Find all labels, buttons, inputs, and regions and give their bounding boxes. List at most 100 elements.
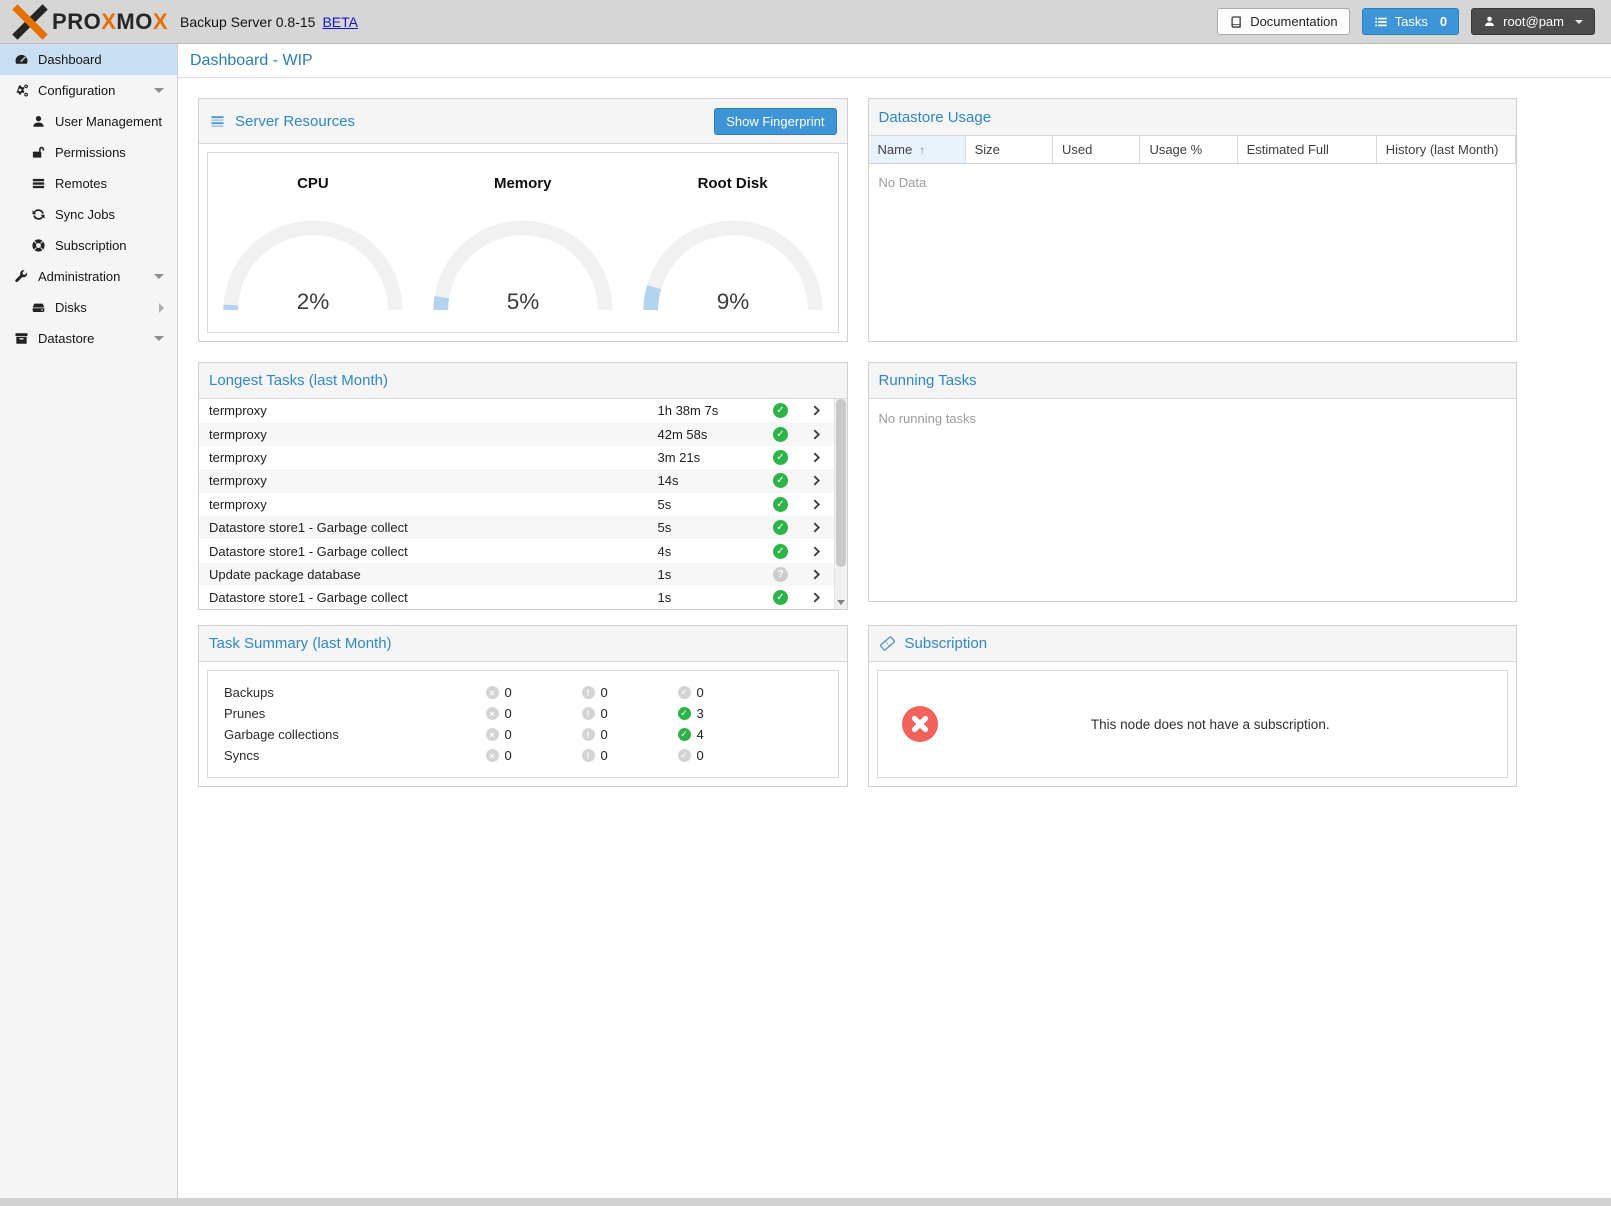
sidebar-item-dashboard[interactable]: Dashboard	[0, 44, 177, 75]
sidebar-item-disks[interactable]: Disks	[0, 292, 177, 323]
sidebar-item-datastore[interactable]: Datastore	[0, 323, 177, 354]
sidebar-item-administration[interactable]: Administration	[0, 261, 177, 292]
subscription-header: Subscription	[869, 626, 1517, 662]
sidebar-item-user-management[interactable]: User Management	[0, 106, 177, 137]
chevron-right-icon	[810, 451, 823, 464]
lifering-icon	[28, 238, 48, 253]
task-open-button[interactable]	[800, 498, 834, 511]
task-duration: 1s	[658, 590, 762, 605]
svg-text:2%: 2%	[297, 289, 330, 314]
task-summary-label: Syncs	[224, 748, 486, 763]
scrollbar-down-button[interactable]	[835, 595, 847, 609]
unlock-icon	[28, 145, 48, 160]
task-row[interactable]: termproxy 1h 38m 7s ✓	[199, 399, 834, 422]
error-icon: ×	[486, 686, 499, 699]
ok-icon: ✓	[678, 728, 691, 741]
task-name: termproxy	[209, 497, 658, 512]
task-summary-row: Garbage collections ×0 !0 ✓4	[208, 724, 838, 745]
longest-tasks-list: termproxy 1h 38m 7s ✓ termproxy 42m 58s …	[199, 399, 834, 609]
datastore-usage-panel: Datastore Usage Name↑SizeUsedUsage %Esti…	[868, 98, 1518, 342]
tachometer-icon	[11, 52, 31, 67]
gauge-label: Root Disk	[698, 175, 768, 192]
caret-down-icon	[154, 88, 164, 93]
ok-count: ✓0	[678, 685, 774, 700]
dashboard-content: Server Resources Show Fingerprint CPU 2%…	[178, 78, 1611, 787]
column-header-usage[interactable]: Usage %	[1140, 136, 1237, 163]
column-header-estimated-full[interactable]: Estimated Full	[1238, 136, 1377, 163]
ok-icon: ✓	[678, 686, 691, 699]
sidebar-item-label: Administration	[38, 269, 120, 284]
caret-down-icon	[154, 336, 164, 341]
task-row[interactable]: termproxy 3m 21s ✓	[199, 446, 834, 469]
task-row[interactable]: termproxy 14s ✓	[199, 469, 834, 492]
task-name: termproxy	[209, 450, 658, 465]
sidebar-item-label: Disks	[55, 300, 87, 315]
task-row[interactable]: Datastore store1 - Garbage collect 5s ✓	[199, 516, 834, 539]
task-row[interactable]: termproxy 5s ✓	[199, 493, 834, 516]
task-row[interactable]: Datastore store1 - Garbage collect 1s ✓	[199, 586, 834, 609]
main-area: Dashboard - WIP Server Resources Show Fi…	[178, 44, 1611, 1198]
scroll-down-icon	[837, 600, 845, 605]
panel-title: Running Tasks	[879, 372, 977, 389]
warning-count: !0	[582, 685, 678, 700]
caret-down-icon	[154, 274, 164, 279]
task-summary-row: Prunes ×0 !0 ✓3	[208, 703, 838, 724]
sync-icon	[28, 207, 48, 222]
task-summary-row: Backups ×0 !0 ✓0	[208, 682, 838, 703]
error-icon: ×	[486, 749, 499, 762]
task-open-button[interactable]	[800, 451, 834, 464]
show-fingerprint-button[interactable]: Show Fingerprint	[714, 108, 836, 135]
tasks-button[interactable]: Tasks 0	[1362, 8, 1459, 35]
list-icon	[28, 176, 48, 191]
chevron-right-icon	[810, 545, 823, 558]
window-bottom-strip	[0, 1198, 1611, 1206]
ok-status-icon: ✓	[773, 403, 788, 418]
column-header-history-last-month[interactable]: History (last Month)	[1377, 136, 1516, 163]
task-open-button[interactable]	[800, 591, 834, 604]
task-open-button[interactable]	[800, 428, 834, 441]
task-open-button[interactable]	[800, 545, 834, 558]
gauge-label: Memory	[494, 175, 552, 192]
svg-text:9%: 9%	[716, 289, 749, 314]
error-count: ×0	[486, 685, 582, 700]
task-summary-label: Prunes	[224, 706, 486, 721]
beta-link[interactable]: BETA	[322, 14, 358, 30]
column-header-name[interactable]: Name↑	[869, 136, 966, 163]
server-resources-icon	[209, 114, 226, 129]
ticket-icon	[879, 635, 896, 652]
documentation-button[interactable]: Documentation	[1217, 8, 1349, 35]
sort-ascending-icon: ↑	[919, 143, 925, 157]
task-open-button[interactable]	[800, 521, 834, 534]
scrollbar[interactable]	[834, 399, 847, 609]
task-open-button[interactable]	[800, 404, 834, 417]
chevron-right-icon	[810, 404, 823, 417]
sidebar-item-configuration[interactable]: Configuration	[0, 75, 177, 106]
wrench-icon	[11, 269, 31, 284]
warning-count: !0	[582, 706, 678, 721]
sidebar-item-subscription[interactable]: Subscription	[0, 230, 177, 261]
task-open-button[interactable]	[800, 568, 834, 581]
chevron-right-icon	[810, 568, 823, 581]
proxmox-logo: PROXMOX	[10, 4, 168, 40]
task-duration: 42m 58s	[658, 427, 762, 442]
user-icon	[1483, 15, 1496, 28]
column-header-size[interactable]: Size	[966, 136, 1053, 163]
gauge-memory: Memory 5%	[418, 153, 628, 332]
gauge-root-disk: Root Disk 9%	[628, 153, 838, 332]
sidebar-item-label: Permissions	[55, 145, 126, 160]
user-menu-button[interactable]: root@pam	[1471, 8, 1595, 35]
sidebar-item-remotes[interactable]: Remotes	[0, 168, 177, 199]
empty-text: No Data	[869, 164, 1517, 201]
scrollbar-thumb[interactable]	[836, 399, 846, 567]
sidebar-item-sync-jobs[interactable]: Sync Jobs	[0, 199, 177, 230]
task-open-button[interactable]	[800, 474, 834, 487]
sidebar-item-label: Datastore	[38, 331, 94, 346]
sidebar: Dashboard Configuration User Management …	[0, 44, 178, 1198]
task-name: termproxy	[209, 427, 658, 442]
task-duration: 1s	[658, 567, 762, 582]
sidebar-item-permissions[interactable]: Permissions	[0, 137, 177, 168]
column-header-used[interactable]: Used	[1053, 136, 1140, 163]
task-row[interactable]: Update package database 1s ?	[199, 563, 834, 586]
task-row[interactable]: Datastore store1 - Garbage collect 4s ✓	[199, 539, 834, 562]
task-row[interactable]: termproxy 42m 58s ✓	[199, 422, 834, 445]
